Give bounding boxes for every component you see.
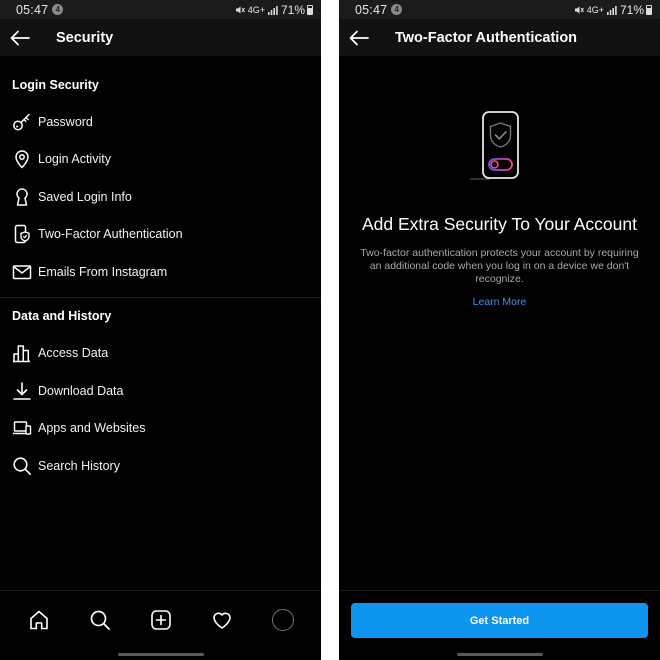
network-type: 4G+ <box>586 4 604 15</box>
bottom-action-area: Get Started <box>339 590 660 660</box>
status-time: 05:47 <box>16 2 49 17</box>
status-icons: 4G+ <box>235 5 278 15</box>
notification-count-badge: 4 <box>391 4 403 15</box>
section-title-login-security: Login Security <box>12 78 99 92</box>
bottom-nav <box>0 590 321 660</box>
learn-more-link[interactable]: Learn More <box>339 296 660 308</box>
profile-avatar <box>271 609 294 631</box>
menu-item-access-data[interactable]: Access Data <box>0 335 321 373</box>
search-icon <box>90 610 110 630</box>
app-header: Security <box>0 19 321 56</box>
app-header: Two-Factor Authentication <box>339 19 660 56</box>
menu-item-emails-from-instagram[interactable]: Emails From Instagram <box>0 253 321 291</box>
download-icon <box>11 380 33 402</box>
menu-item-label: Access Data <box>38 346 109 361</box>
status-bar: 05:47 4 4G+ 71% <box>339 0 660 19</box>
menu-item-password[interactable]: Password <box>0 103 321 141</box>
nav-home-button[interactable] <box>25 606 53 634</box>
page-title: Two-Factor Authentication <box>395 29 578 46</box>
menu-item-search-history[interactable]: Search History <box>0 447 321 485</box>
back-arrow-icon <box>349 30 369 45</box>
notification-count-badge: 4 <box>52 4 64 15</box>
mute-icon <box>235 6 245 13</box>
search-icon <box>11 455 33 477</box>
status-icons: 4G+ <box>574 5 617 15</box>
back-button[interactable] <box>8 26 32 50</box>
nav-activity-button[interactable] <box>208 606 236 634</box>
nav-search-button[interactable] <box>86 606 114 634</box>
menu-item-label: Download Data <box>38 383 124 398</box>
battery-icon <box>307 4 313 15</box>
nav-add-post-button[interactable] <box>147 606 175 634</box>
menu-item-login-activity[interactable]: Login Activity <box>0 141 321 179</box>
heart-icon <box>212 612 231 629</box>
mute-icon <box>574 6 584 13</box>
battery-percent: 71% <box>619 2 644 17</box>
battery-percent: 71% <box>280 2 305 17</box>
menu-item-two-factor-authentication[interactable]: Two-Factor Authentication <box>0 216 321 254</box>
key-icon <box>11 111 33 133</box>
nav-profile-button[interactable] <box>269 606 297 634</box>
menu-item-saved-login-info[interactable]: Saved Login Info <box>0 178 321 216</box>
menu-item-label: Two-Factor Authentication <box>38 227 183 242</box>
home-indicator <box>117 653 204 656</box>
section-title-data-and-history: Data and History <box>12 308 112 323</box>
back-button[interactable] <box>347 26 371 50</box>
location-pin-icon <box>11 148 33 170</box>
menu-item-label: Login Activity <box>38 152 111 167</box>
page-title: Security <box>56 29 114 46</box>
home-indicator <box>456 653 543 656</box>
security-screen: 05:47 4 4G+ 71% Security Login Security <box>0 0 321 660</box>
menu-item-apps-and-websites[interactable]: Apps and Websites <box>0 410 321 448</box>
screenshot-pair: 05:47 4 4G+ 71% Security Login Security <box>0 0 660 660</box>
network-type: 4G+ <box>247 4 265 15</box>
signal-icon <box>606 5 617 15</box>
phone-shield-illustration <box>339 110 660 185</box>
get-started-button[interactable]: Get Started <box>351 603 648 638</box>
battery-icon <box>646 4 652 15</box>
menu-item-label: Emails From Instagram <box>38 264 168 279</box>
menu-item-label: Search History <box>38 458 120 473</box>
headline: Add Extra Security To Your Account <box>362 214 637 234</box>
two-factor-screen: 05:47 4 4G+ 71% Two-Factor Authenticatio… <box>339 0 660 660</box>
status-time: 05:47 <box>355 2 388 17</box>
back-arrow-icon <box>10 30 30 45</box>
mail-icon <box>11 261 33 283</box>
signal-icon <box>267 5 278 15</box>
status-bar: 05:47 4 4G+ 71% <box>0 0 321 19</box>
home-icon <box>29 610 48 630</box>
menu-item-label: Saved Login Info <box>38 189 132 204</box>
menu-item-label: Apps and Websites <box>38 421 146 436</box>
phone-shield-icon <box>11 223 33 245</box>
description: Two-factor authentication protects your … <box>360 247 639 285</box>
menu-item-download-data[interactable]: Download Data <box>0 372 321 410</box>
menu-item-label: Password <box>38 114 93 129</box>
add-post-icon <box>150 610 171 630</box>
keyhole-icon <box>11 186 33 208</box>
laptop-icon <box>11 417 33 439</box>
bar-chart-icon <box>11 342 33 364</box>
